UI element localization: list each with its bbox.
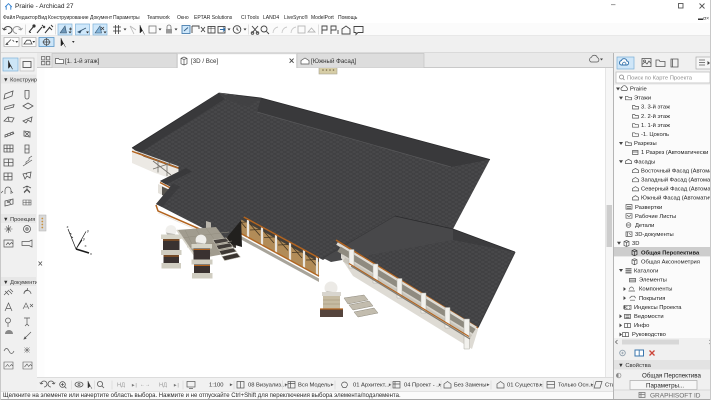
svg-text:Инфо: Инфо	[634, 323, 649, 329]
svg-text:3D: 3D	[632, 241, 639, 247]
svg-text:►|: ►|	[131, 383, 137, 388]
svg-text:04 Проект - ...: 04 Проект - ...	[404, 383, 442, 389]
svg-text:Только Осн...: Только Осн...	[558, 383, 594, 389]
svg-text:[3D / Все]: [3D / Все]	[191, 58, 218, 65]
svg-text:►: ►	[388, 382, 392, 387]
svg-text:y: y	[87, 228, 89, 233]
svg-text:Стиль 3D-о...: Стиль 3D-о...	[605, 383, 613, 389]
svg-text:1 Разрез (Автоматически Перес: 1 Разрез (Автоматически Перес	[641, 150, 711, 156]
svg-text:Общая Аксонометрия: Общая Аксонометрия	[641, 259, 700, 265]
svg-text:Покрытия: Покрытия	[639, 296, 665, 302]
svg-text:Рабочие Листы: Рабочие Листы	[635, 214, 676, 220]
svg-text:НД: НД	[117, 383, 125, 389]
svg-text:▼ Проекция: ▼ Проекция	[3, 217, 35, 223]
svg-text:x: x	[85, 243, 87, 248]
svg-text:Без Замены: Без Замены	[454, 383, 486, 389]
svg-text:►|: ►|	[173, 383, 179, 388]
svg-text:01 Архитект...: 01 Архитект...	[353, 383, 390, 389]
svg-text:1:100: 1:100	[209, 383, 224, 389]
svg-text:Компоненты: Компоненты	[639, 287, 672, 293]
svg-text:▼ Свойства: ▼ Свойства	[618, 362, 652, 369]
svg-text:x: x	[90, 251, 92, 256]
svg-text:▼ Документир: ▼ Документир	[3, 280, 37, 286]
svg-text:Параметры...: Параметры...	[646, 383, 684, 390]
svg-text:Южный Фасад (Автоматически П: Южный Фасад (Автоматически П	[641, 195, 711, 202]
svg-text:Вся Модель: Вся Модель	[298, 383, 330, 389]
svg-text:Ведомости: Ведомости	[634, 314, 664, 320]
svg-text:▼ Конструиров: ▼ Конструиров	[3, 78, 37, 84]
svg-text:3. 3-й этаж: 3. 3-й этаж	[641, 104, 670, 111]
svg-text:-1. Цоколь: -1. Цоколь	[641, 132, 669, 138]
svg-text:►: ►	[229, 382, 233, 387]
svg-text:Фасады: Фасады	[634, 159, 655, 165]
svg-text:Общая Перспектива: Общая Перспектива	[642, 373, 701, 380]
svg-text:Элементы: Элементы	[639, 278, 667, 284]
svg-text:Каталоги: Каталоги	[634, 269, 658, 275]
svg-text:[1. 1-й этаж]: [1. 1-й этаж]	[65, 58, 100, 65]
svg-text:[Южный Фасад]: [Южный Фасад]	[311, 58, 356, 65]
svg-text:Развертки: Развертки	[635, 205, 662, 211]
svg-text:Индексы Проекта: Индексы Проекта	[634, 305, 682, 311]
svg-text:Руководство: Руководство	[632, 332, 666, 338]
svg-text:Prairie: Prairie	[630, 86, 647, 92]
svg-text:►: ►	[486, 382, 490, 387]
svg-text:3D-документы: 3D-документы	[635, 232, 674, 238]
svg-text:←→: ←→	[140, 382, 150, 388]
svg-text:Общая Перспектива: Общая Перспектива	[641, 249, 700, 256]
svg-text:Поиск по Карте Проекта: Поиск по Карте Проекта	[627, 76, 693, 82]
svg-text:НД: НД	[159, 383, 167, 389]
svg-text:Детали: Детали	[635, 223, 654, 229]
svg-text:2. 2-й этаж: 2. 2-й этаж	[641, 113, 670, 120]
svg-text:1. 1-й этаж: 1. 1-й этаж	[641, 122, 670, 129]
svg-text:y: y	[83, 236, 85, 241]
svg-text:Северный Фасад (Автоматичес: Северный Фасад (Автоматичес	[641, 186, 711, 193]
svg-text:►: ►	[438, 382, 442, 387]
svg-text:►: ►	[330, 382, 334, 387]
svg-text:Этажи: Этажи	[634, 96, 651, 102]
svg-text:Западный Фасад (Автоматичес: Западный Фасад (Автоматичес	[641, 177, 711, 184]
svg-text:z: z	[67, 224, 69, 229]
svg-text:08 Визуализ...: 08 Визуализ...	[248, 383, 286, 389]
svg-text:Разрезы: Разрезы	[634, 141, 657, 147]
svg-text:Восточный Фасад (Автоматичес: Восточный Фасад (Автоматичес	[641, 167, 711, 174]
